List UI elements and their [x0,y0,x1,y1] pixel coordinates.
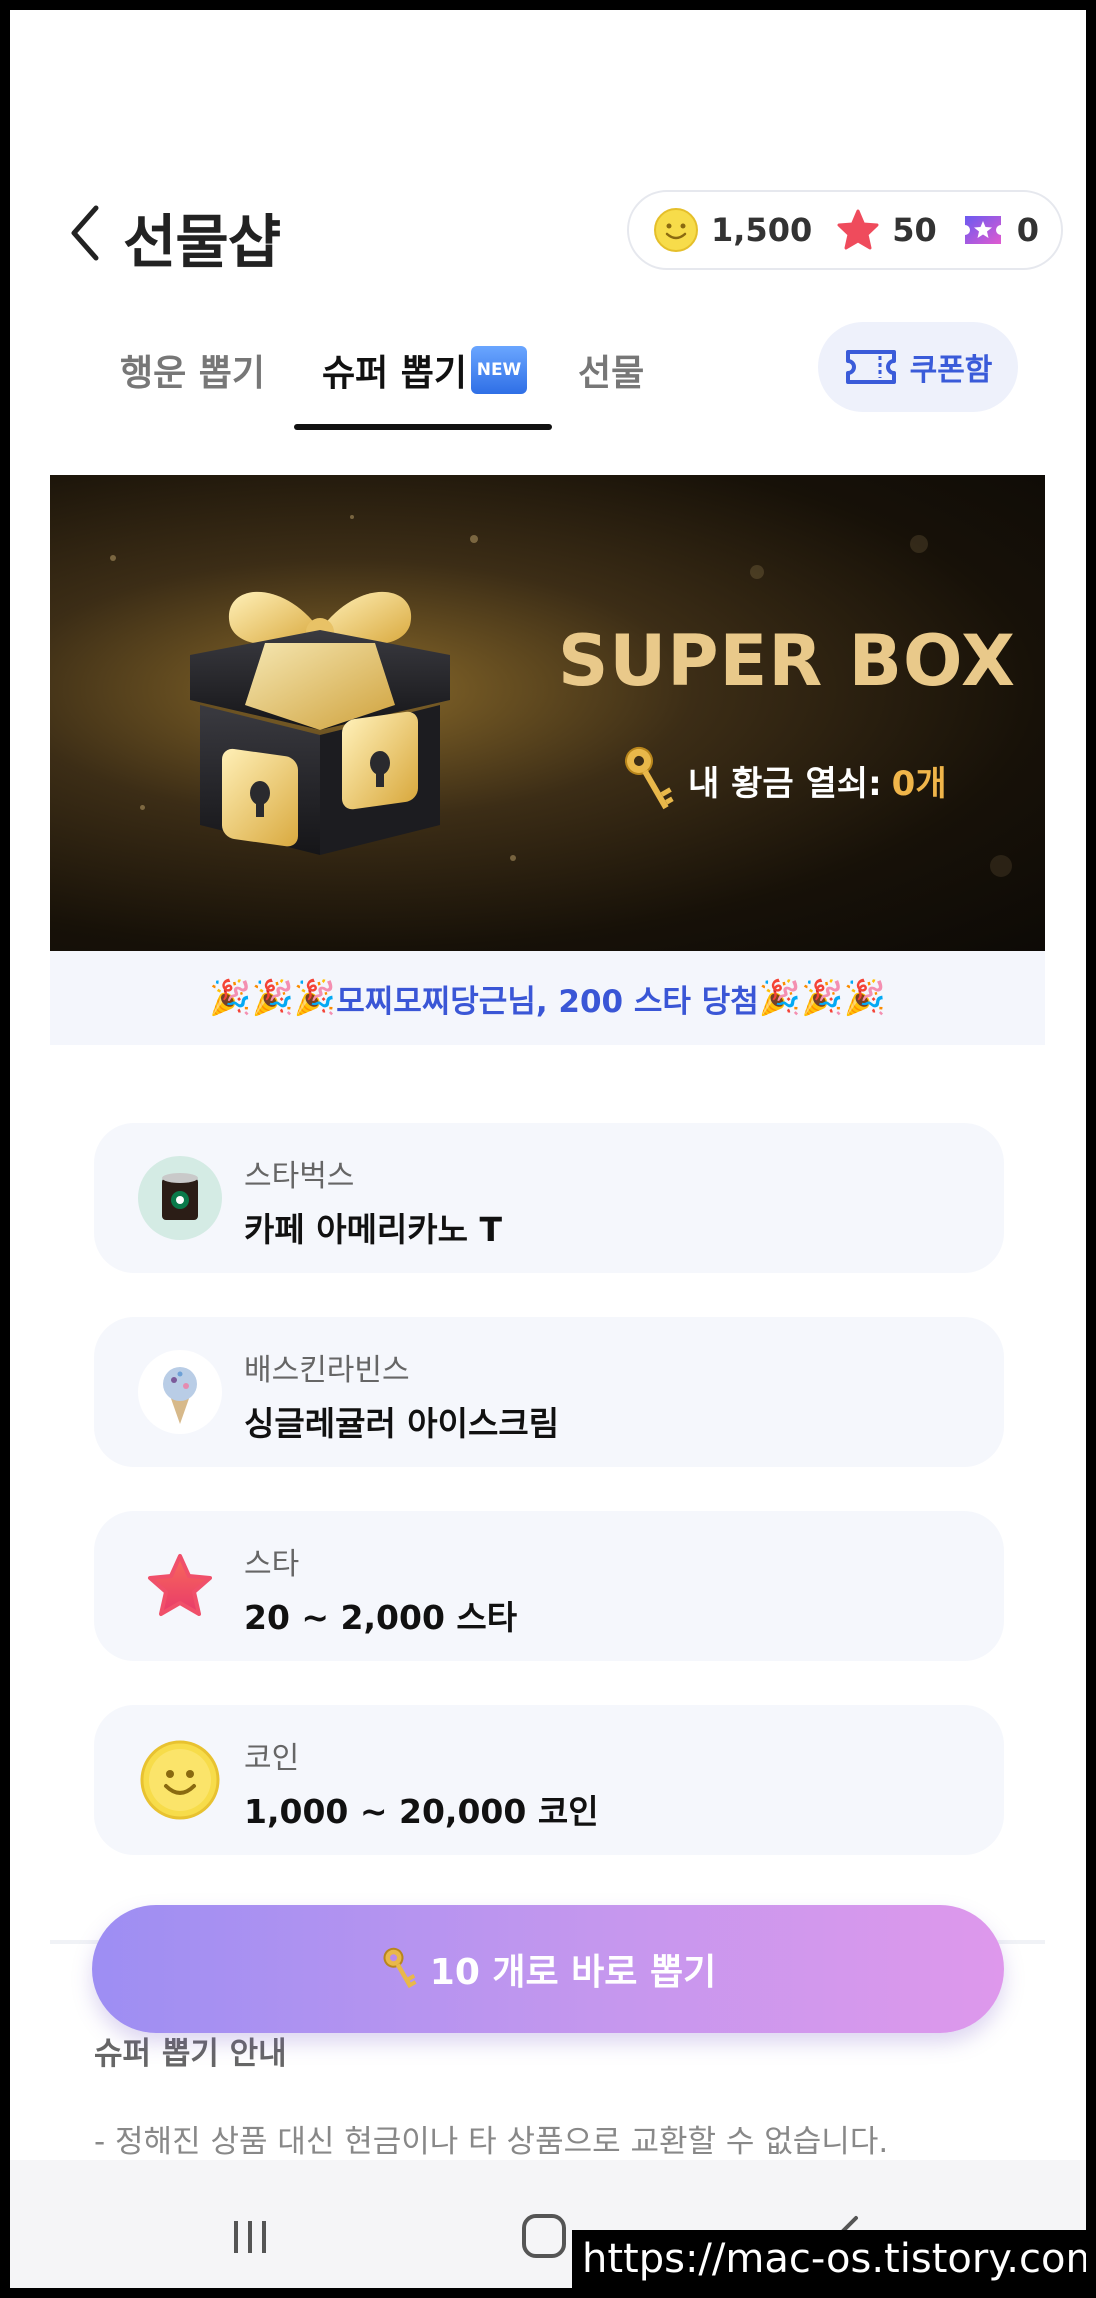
info-title: 슈퍼 뽑기 안내 [94,2036,287,2072]
star-balance: 50 [836,208,937,252]
page-title: 선물샵 [123,208,281,276]
tab-super-draw-label: 슈퍼 뽑기 [322,353,468,394]
prize-brand: 스타 [244,1547,300,1582]
smiley-coin-icon [140,1740,220,1820]
active-tab-indicator [294,424,552,430]
prize-name: 싱글레귤러 아이스크림 [244,1404,560,1443]
info-line: - 정해진 상품 대신 현금이나 타 상품으로 교환할 수 없습니다. [94,2124,889,2160]
tab-super-draw[interactable]: 슈퍼 뽑기 NEW [322,344,528,396]
coupon-icon [845,350,896,384]
winner-message: 모찌모찌당근님, 200 스타 당첨 [336,983,759,1020]
prize-name: 카페 아메리카노 T [244,1210,503,1249]
ticket-count: 0 [1016,211,1040,249]
winner-ticker: 🎉🎉🎉 모찌모찌당근님, 200 스타 당첨 🎉🎉🎉 [50,951,1045,1045]
prize-brand: 배스킨라빈스 [244,1353,410,1388]
chevron-left-icon [71,205,99,261]
starbucks-cup-icon [138,1156,222,1240]
new-badge: NEW [471,346,528,394]
watermark: https://mac-os.tistory.com [572,2230,1086,2288]
home-icon[interactable] [522,2214,566,2258]
prize-card-starbucks: 스타벅스 카페 아메리카노 T [94,1123,1004,1273]
draw-now-label: 10 개로 바로 뽑기 [429,1952,717,1993]
prize-brand: 코인 [244,1741,300,1776]
recent-apps-icon[interactable] [230,2217,270,2257]
star-count: 50 [892,211,937,249]
prize-card-baskin-robbins: 배스킨라빈스 싱글레귤러 아이스크림 [94,1317,1004,1467]
coupon-box-label: 쿠폰함 [909,353,993,388]
prize-brand: 스타벅스 [244,1159,355,1194]
phone-screen: 선물샵 1,500 50 0 행운 뽑기 슈퍼 뽑기 NEW 선물 쿠폰함 SU… [10,10,1086,2288]
banner-title: SUPER BOX [558,620,1016,702]
back-button[interactable] [62,198,112,268]
golden-key-icon [383,1947,417,1989]
ticket-balance: 0 [961,210,1039,250]
star-icon [837,209,879,250]
tab-lucky-draw[interactable]: 행운 뽑기 [120,344,265,396]
tab-gift[interactable]: 선물 [578,344,644,396]
golden-key-label: 내 황금 열쇠: [688,763,882,804]
prize-card-coin: 코인 1,000 ~ 20,000 코인 [94,1705,1004,1855]
coin-balance: 1,500 [653,207,812,253]
draw-now-button[interactable]: 10 개로 바로 뽑기 [92,1905,1004,2033]
super-box-banner: SUPER BOX 내 황금 열쇠: 0개 [50,475,1045,951]
star-icon [148,1554,212,1616]
prize-name: 1,000 ~ 20,000 코인 [244,1792,599,1831]
wallet-balance[interactable]: 1,500 50 0 [627,190,1063,270]
party-popper-icon: 🎉🎉🎉 [209,978,337,1018]
coin-count: 1,500 [711,211,813,249]
golden-key-value: 0개 [891,763,947,804]
gift-box-icon [190,591,450,855]
coupon-box-button[interactable]: 쿠폰함 [818,322,1018,412]
golden-key-icon [625,746,674,810]
prize-name: 20 ~ 2,000 스타 [244,1598,518,1637]
ice-cream-icon [138,1350,222,1434]
party-popper-icon: 🎉🎉🎉 [758,978,886,1018]
ticket-icon [964,216,1001,244]
smiley-coin-icon [654,208,698,252]
golden-key-count: 내 황금 열쇠: 0개 [620,740,947,820]
prize-card-star: 스타 20 ~ 2,000 스타 [94,1511,1004,1661]
